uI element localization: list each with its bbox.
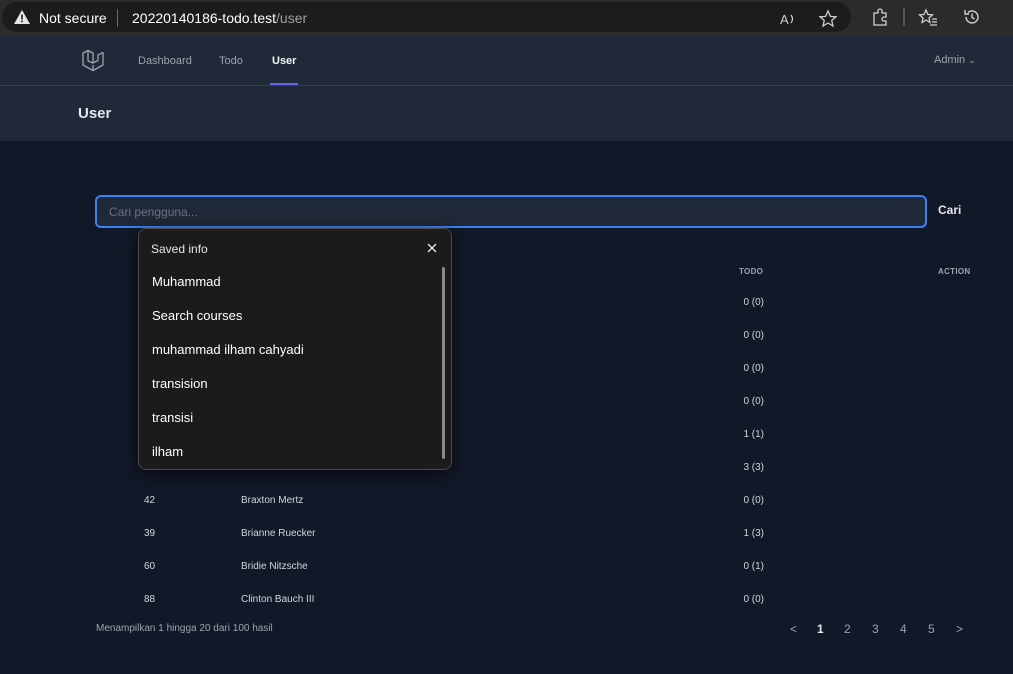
- address-bar[interactable]: Not secure 20220140186-todo.test/user A: [2, 2, 851, 32]
- pagination-summary: Menampilkan 1 hingga 20 dari 100 hasil: [96, 623, 273, 634]
- laravel-logo-icon[interactable]: [80, 49, 106, 75]
- svg-text:A: A: [780, 12, 789, 27]
- chevron-down-icon: ⌄: [968, 55, 976, 65]
- cell-todo: 0 (0): [743, 297, 764, 308]
- security-status[interactable]: Not secure: [39, 10, 107, 26]
- nav-link-user[interactable]: User: [272, 55, 296, 67]
- extensions-icon[interactable]: [870, 7, 890, 27]
- table-row: 42 Braxton Mertz 0 (0): [96, 495, 976, 528]
- url-host: 20220140186-todo.test: [132, 10, 277, 26]
- pagination-page-2[interactable]: 2: [844, 622, 851, 636]
- saved-info-item[interactable]: transisi: [140, 401, 440, 435]
- saved-info-item[interactable]: Search courses: [140, 299, 440, 333]
- nav-link-dashboard[interactable]: Dashboard: [138, 55, 192, 67]
- table-row: 60 Bridie Nitzsche 0 (1): [96, 561, 976, 594]
- browser-toolbar: Not secure 20220140186-todo.test/user A: [0, 0, 1013, 36]
- cell-todo: 0 (0): [743, 363, 764, 374]
- nav-link-todo[interactable]: Todo: [219, 55, 243, 67]
- active-nav-indicator: [270, 83, 298, 85]
- cell-id: 39: [144, 528, 156, 539]
- saved-info-popup: Saved info Muhammad Search courses muham…: [138, 228, 452, 470]
- popup-scrollbar[interactable]: [442, 267, 445, 459]
- history-icon[interactable]: [962, 7, 982, 27]
- page-header: User: [0, 86, 1013, 141]
- warning-icon[interactable]: [14, 10, 30, 24]
- cell-todo: 1 (1): [743, 429, 764, 440]
- url-text[interactable]: 20220140186-todo.test/user: [132, 10, 307, 26]
- cell-todo: 0 (0): [743, 594, 764, 605]
- read-aloud-icon[interactable]: A: [778, 9, 798, 29]
- pagination-page-3[interactable]: 3: [872, 622, 879, 636]
- saved-info-item[interactable]: transision: [140, 367, 440, 401]
- saved-info-item[interactable]: muhammad ilham cahyadi: [140, 333, 440, 367]
- cell-todo: 0 (0): [743, 396, 764, 407]
- column-header-todo: TODO: [739, 267, 764, 276]
- search-button[interactable]: Cari: [938, 203, 961, 217]
- saved-info-item[interactable]: ilham: [140, 435, 440, 469]
- cell-name: Brianne Ruecker: [241, 528, 316, 539]
- user-menu-label: Admin: [934, 54, 966, 66]
- cell-id: 88: [144, 594, 156, 605]
- pagination-next[interactable]: >: [956, 622, 963, 636]
- cell-todo: 0 (0): [743, 495, 764, 506]
- cell-name: Clinton Bauch III: [241, 594, 315, 605]
- cell-id: 42: [144, 495, 156, 506]
- cell-todo: 1 (3): [743, 528, 764, 539]
- pagination-page-5[interactable]: 5: [928, 622, 935, 636]
- favorite-star-icon[interactable]: [818, 9, 838, 29]
- cell-id: 60: [144, 561, 156, 572]
- saved-info-item[interactable]: Muhammad: [140, 265, 440, 299]
- page-title: User: [78, 105, 112, 122]
- address-divider: [117, 9, 118, 27]
- favorites-icon[interactable]: [918, 7, 938, 27]
- close-icon[interactable]: [424, 240, 440, 256]
- popup-title: Saved info: [151, 242, 208, 256]
- cell-todo: 3 (3): [743, 462, 764, 473]
- cell-todo: 0 (0): [743, 330, 764, 341]
- pagination-prev[interactable]: <: [790, 622, 797, 636]
- toolbar-divider: [903, 8, 905, 26]
- pagination-page-1[interactable]: 1: [817, 622, 824, 636]
- pagination-page-4[interactable]: 4: [900, 622, 907, 636]
- cell-name: Bridie Nitzsche: [241, 561, 308, 572]
- search-input[interactable]: [95, 195, 927, 228]
- url-path: /user: [276, 10, 308, 26]
- user-menu[interactable]: Admin ⌄: [934, 54, 976, 66]
- cell-name: Braxton Mertz: [241, 495, 304, 506]
- column-header-action: ACTION: [938, 267, 971, 276]
- table-row: 39 Brianne Ruecker 1 (3): [96, 528, 976, 561]
- top-navigation: Dashboard Todo User Admin ⌄: [0, 36, 1013, 86]
- cell-todo: 0 (1): [743, 561, 764, 572]
